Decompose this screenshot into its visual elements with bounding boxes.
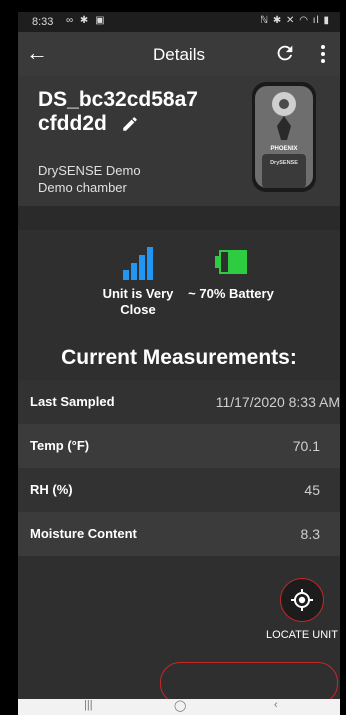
more-options-icon[interactable] xyxy=(318,42,328,64)
home-icon[interactable]: ◯ xyxy=(174,699,186,712)
status-time: 8:33 xyxy=(32,16,54,28)
battery-icon xyxy=(215,250,247,274)
table-row: Moisture Content 8.3 xyxy=(18,512,340,556)
device-location: DrySENSE Demo Demo chamber xyxy=(38,162,141,196)
divider-band xyxy=(18,206,340,230)
device-image: PHOENIX DrySENSE xyxy=(252,82,316,192)
table-row: Last Sampled 11/17/2020 8:33 AM xyxy=(18,380,340,424)
app-bar: ← Details xyxy=(18,32,340,76)
row-label: Last Sampled xyxy=(30,394,115,409)
status-bar: 8:33 ∞ ✱ ▣ ℕ ✱ ✕ ◠ ıl ▮ xyxy=(18,12,340,32)
crosshair-icon xyxy=(291,589,313,611)
locate-unit-button[interactable] xyxy=(280,578,324,622)
row-label: RH (%) xyxy=(30,482,73,497)
measurements-heading: Current Measurements: xyxy=(61,346,297,369)
screen: 8:33 ∞ ✱ ▣ ℕ ✱ ✕ ◠ ıl ▮ ← Details DS_bc3… xyxy=(18,12,340,715)
table-row: Temp (°F) 70.1 xyxy=(18,424,340,468)
device-header: DS_bc32cd58a7 cfdd2d DrySENSE Demo Demo … xyxy=(18,76,340,206)
row-value: 45 xyxy=(304,482,320,498)
edit-pencil-icon[interactable] xyxy=(121,115,139,133)
battery-status: ~ 70% Battery xyxy=(176,246,286,302)
signal-bars-icon xyxy=(123,247,153,280)
recent-apps-icon[interactable]: ||| xyxy=(84,699,93,711)
row-value: 70.1 xyxy=(292,438,320,454)
row-value: 8.3 xyxy=(300,526,320,542)
row-label: Temp (°F) xyxy=(30,438,90,453)
locate-unit-label: LOCATE UNIT xyxy=(266,629,338,641)
table-row: RH (%) 45 xyxy=(18,468,340,512)
status-left-icons: ∞ ✱ ▣ xyxy=(66,15,107,26)
refresh-icon[interactable] xyxy=(274,42,296,64)
device-brand-label: PHOENIX xyxy=(270,146,297,152)
bottom-action-button[interactable] xyxy=(160,662,338,704)
row-label: Moisture Content xyxy=(30,526,137,541)
device-name: DS_bc32cd58a7 cfdd2d xyxy=(38,88,248,136)
nav-back-icon[interactable]: ‹ xyxy=(274,699,278,711)
chamber-name: Demo chamber xyxy=(38,180,127,195)
signal-label: Unit is Very Close xyxy=(102,286,174,317)
row-value: 11/17/2020 8:33 AM xyxy=(215,394,340,410)
battery-label: ~ 70% Battery xyxy=(188,286,274,301)
device-name-text: DS_bc32cd58a7 cfdd2d xyxy=(38,88,198,135)
system-nav-bar: ||| ◯ ‹ xyxy=(18,699,340,715)
signal-status: Unit is Very Close xyxy=(98,246,178,318)
org-name: DrySENSE Demo xyxy=(38,163,141,178)
status-right-icons: ℕ ✱ ✕ ◠ ıl ▮ xyxy=(260,15,330,26)
device-product-label: DrySENSE xyxy=(270,160,298,166)
